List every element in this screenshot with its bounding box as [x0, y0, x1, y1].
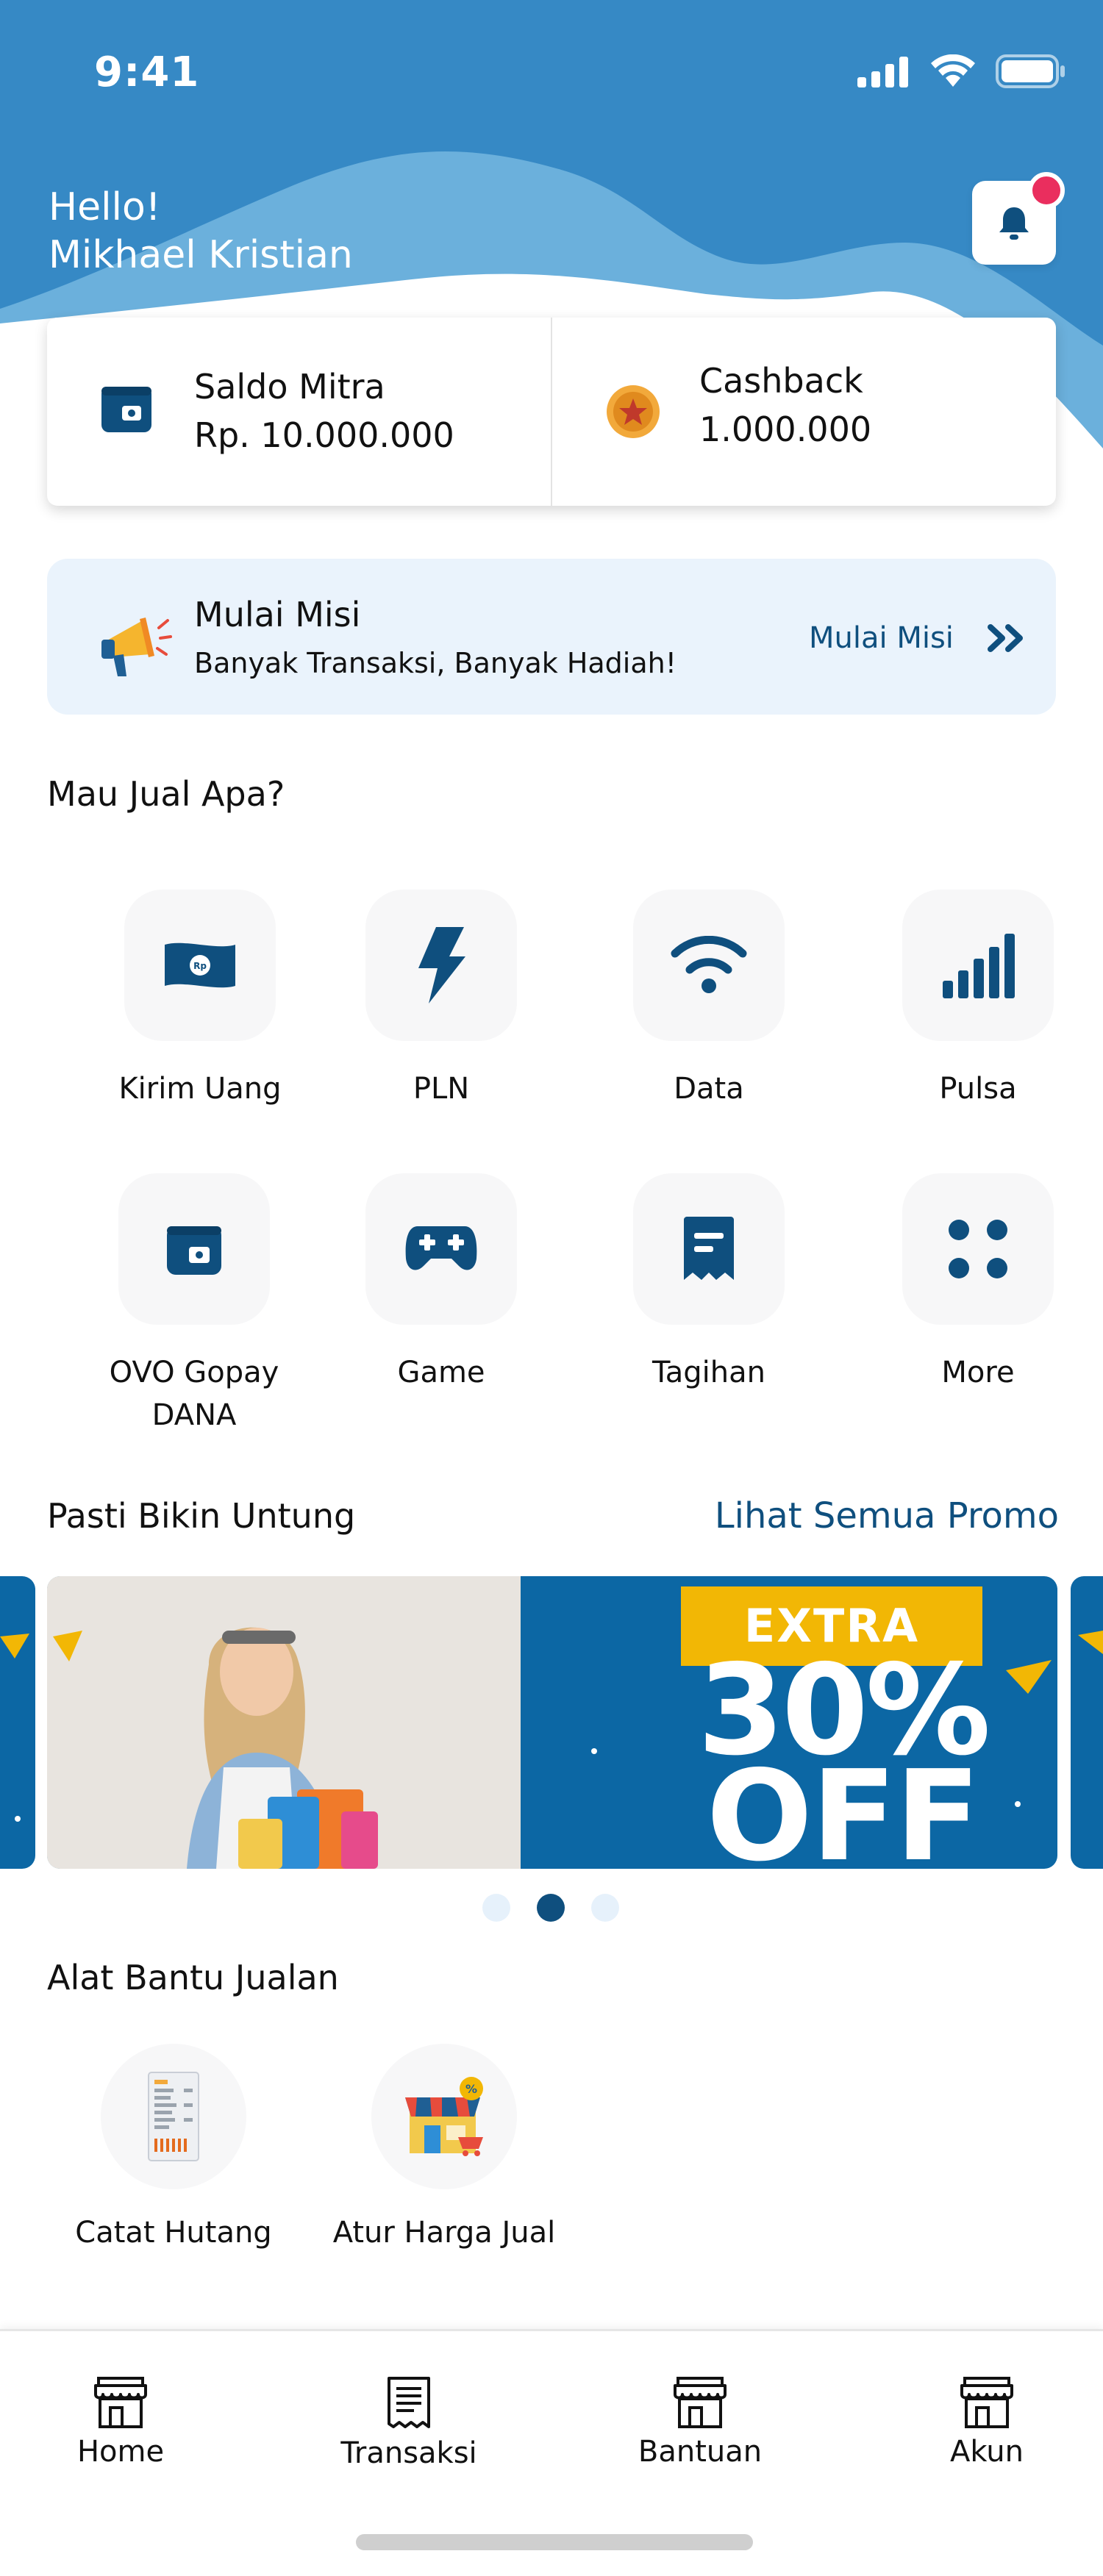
saldo-mitra[interactable]: Saldo Mitra Rp. 10.000.000 — [47, 318, 551, 506]
mission-link[interactable]: Mulai Misi — [809, 618, 1029, 659]
service-label: Game — [397, 1356, 485, 1389]
service-label: PLN — [413, 1072, 470, 1106]
nav-label: Transaksi — [340, 2436, 477, 2470]
nav-label: Bantuan — [638, 2435, 763, 2469]
grid-icon — [949, 1220, 1007, 1278]
greeting: Hello! Mikhael Kristian — [49, 184, 353, 279]
mission-title: Mulai Misi — [194, 595, 361, 634]
mission-banner[interactable]: Mulai Misi Banyak Transaksi, Banyak Hadi… — [47, 559, 1056, 715]
service-pln[interactable]: PLN — [346, 890, 537, 1110]
store-icon — [960, 2377, 1013, 2428]
promo-banner[interactable]: EXTRA 30% OFF — [47, 1576, 1057, 1869]
tool-catat-hutang[interactable]: Catat Hutang — [56, 2044, 291, 2254]
tool-label: Atur Harga Jual — [332, 2216, 556, 2250]
status-bar: 9:41 — [0, 0, 1103, 154]
service-label: More — [941, 1356, 1015, 1389]
carousel-dot[interactable] — [591, 1894, 619, 1922]
service-more[interactable]: More — [882, 1173, 1074, 1394]
services-title: Mau Jual Apa? — [47, 774, 285, 814]
mission-subtitle: Banyak Transaksi, Banyak Hadiah! — [194, 647, 677, 679]
cellular-signal-icon — [857, 57, 908, 87]
carousel-dot-active[interactable] — [537, 1894, 565, 1922]
bottom-navigation: Home Transaksi Bantuan Akun — [0, 2329, 1103, 2576]
tools-title: Alat Bantu Jualan — [47, 1958, 339, 1997]
cashback-label: Cashback — [699, 361, 863, 401]
cashback-value: 1.000.000 — [699, 409, 872, 449]
see-all-promo-link[interactable]: Lihat Semua Promo — [715, 1492, 1059, 1539]
nav-home[interactable]: Home — [10, 2375, 231, 2472]
store-icon — [94, 2377, 147, 2428]
bell-icon — [999, 207, 1029, 240]
store-icon — [674, 2377, 727, 2428]
saldo-value: Rp. 10.000.000 — [194, 415, 454, 455]
svg-text:Rp: Rp — [193, 961, 207, 971]
promo-title: Pasti Bikin Untung — [47, 1496, 356, 1536]
wallet-icon — [167, 1226, 221, 1275]
service-label: Data — [674, 1072, 744, 1106]
banner-prev-decoration — [0, 1634, 29, 1822]
cashback[interactable]: Cashback 1.000.000 — [551, 318, 1056, 506]
receipt-icon — [388, 2377, 430, 2428]
lightning-icon — [418, 927, 465, 1003]
service-label: Pulsa — [939, 1072, 1017, 1106]
service-pulsa[interactable]: Pulsa — [882, 890, 1074, 1110]
user-name: Mikhael Kristian — [49, 233, 353, 277]
status-icons — [857, 53, 1066, 90]
status-time: 9:41 — [94, 49, 200, 96]
balance-card: Saldo Mitra Rp. 10.000.000 Cashback 1.00… — [47, 318, 1056, 506]
nav-transaksi[interactable]: Transaksi — [299, 2375, 519, 2474]
greeting-hello: Hello! — [49, 185, 161, 229]
svg-text:%: % — [465, 2082, 477, 2096]
banner-prev-peek[interactable] — [0, 1576, 35, 1869]
service-label: Kirim Uang — [118, 1072, 282, 1106]
service-data[interactable]: Data — [613, 890, 804, 1110]
service-label: OVO Gopay DANA — [109, 1356, 279, 1432]
service-ewallet[interactable]: OVO Gopay DANA — [99, 1173, 290, 1437]
carousel-dot[interactable] — [482, 1894, 510, 1922]
service-tagihan[interactable]: Tagihan — [613, 1173, 804, 1394]
saldo-label: Saldo Mitra — [194, 367, 385, 407]
home-indicator[interactable] — [356, 2534, 753, 2550]
bill-icon — [684, 1217, 734, 1280]
coin-icon — [607, 385, 660, 438]
nav-label: Akun — [950, 2435, 1024, 2469]
nav-label: Home — [76, 2435, 165, 2469]
money-icon: Rp — [165, 942, 235, 988]
nav-akun[interactable]: Akun — [877, 2375, 1097, 2472]
service-game[interactable]: Game — [346, 1173, 537, 1394]
double-chevron-right-icon — [987, 624, 1023, 652]
banner-next-peek[interactable] — [1071, 1576, 1103, 1869]
tool-label: Catat Hutang — [75, 2216, 272, 2250]
carousel-dots[interactable] — [482, 1894, 619, 1922]
signal-icon — [943, 934, 1015, 998]
gamepad-icon — [405, 1226, 477, 1270]
wifi-status-icon — [931, 54, 975, 87]
banner-off: OFF — [706, 1744, 981, 1869]
ledger-icon — [148, 2072, 199, 2161]
tool-atur-harga-jual[interactable]: % Atur Harga Jual — [326, 2044, 562, 2254]
wifi-icon — [671, 936, 747, 993]
service-label: Tagihan — [652, 1356, 766, 1389]
notification-badge — [1028, 172, 1065, 209]
mission-link-label: Mulai Misi — [809, 621, 954, 655]
store-price-icon: % — [405, 2077, 483, 2156]
megaphone-icon — [101, 618, 172, 676]
battery-icon — [996, 54, 1065, 88]
banner-next-decoration — [1078, 1631, 1103, 1654]
service-kirim-uang[interactable]: Rp Kirim Uang — [104, 890, 296, 1110]
wallet-icon — [101, 387, 151, 432]
nav-bantuan[interactable]: Bantuan — [590, 2375, 810, 2472]
